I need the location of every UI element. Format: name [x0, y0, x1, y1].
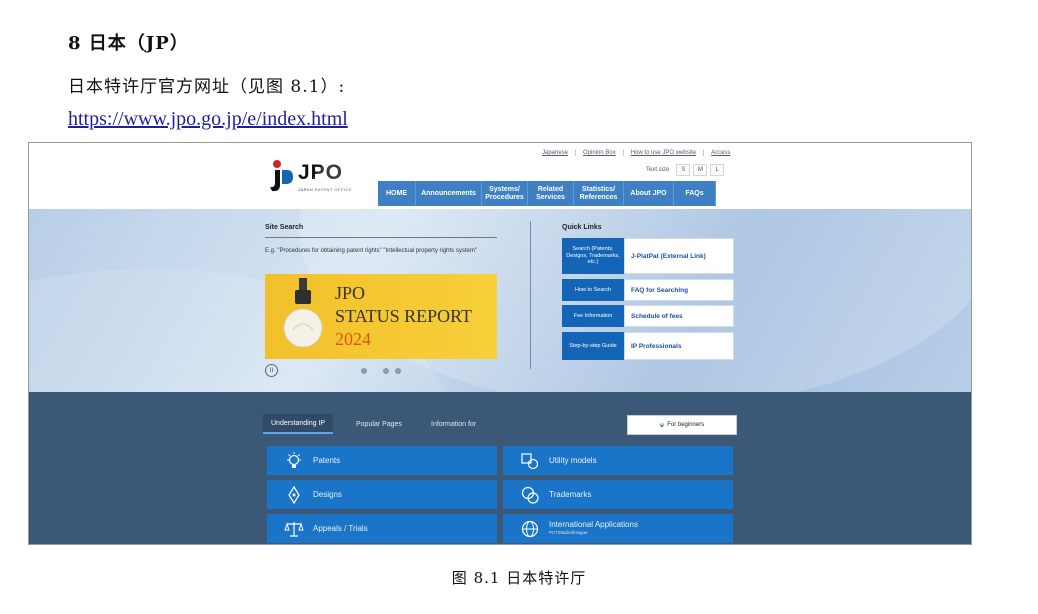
tile-label: Patents — [313, 456, 341, 465]
banner-line-3: 2024 — [335, 329, 371, 349]
scales-icon — [283, 519, 305, 539]
tile-label: Appeals / Trials — [313, 524, 368, 533]
quick-link-row: Search (Patents, Designs, Trademarks, et… — [562, 238, 734, 274]
status-report-banner[interactable]: JPO STATUS REPORT 2024 — [265, 274, 497, 359]
site-search-example: E.g. "Procedures for obtaining patent ri… — [265, 248, 477, 254]
tile-utility-models[interactable]: Utility models — [503, 446, 733, 475]
tile-text: International Applications PCT/Madrid/Ha… — [549, 521, 638, 536]
carousel-dot[interactable] — [383, 368, 389, 374]
quick-links-title: Quick Links — [562, 224, 602, 231]
hero-area — [29, 143, 971, 544]
lower-section: Understanding IP Popular Pages Informati… — [29, 392, 971, 544]
globe-icon — [519, 519, 541, 539]
quick-link-faq-searching[interactable]: FAQ for Searching — [624, 279, 734, 301]
tile-label: Designs — [313, 490, 342, 499]
tab-popular-pages[interactable]: Popular Pages — [356, 414, 402, 434]
hero-divider — [530, 221, 531, 369]
beginner-mark-icon: ⊍ — [659, 422, 665, 429]
intro-line: 日本特许厅官方网址（见图 8.1）: — [68, 77, 346, 97]
figure-caption: 图 8.1 日本特许厅 — [451, 569, 587, 587]
tile-international-applications[interactable]: International Applications PCT/Madrid/Ha… — [503, 514, 733, 543]
section-heading: 8 日本（JP） — [68, 33, 189, 54]
tile-appeals-trials[interactable]: Appeals / Trials — [267, 514, 497, 543]
lightbulb-icon — [283, 451, 305, 471]
quick-link-step-by-step[interactable]: Step-by-step Guide — [562, 332, 624, 360]
trademark-icon — [519, 485, 541, 505]
pen-nib-icon — [283, 485, 305, 505]
quick-link-row: How to Search FAQ for Searching — [562, 279, 734, 301]
site-search-title: Site Search — [265, 224, 304, 231]
tile-designs[interactable]: Designs — [267, 480, 497, 509]
for-beginners-label: For beginners — [667, 422, 705, 428]
for-beginners-button[interactable]: ⊍ For beginners — [627, 415, 737, 435]
jpo-logo-mark-icon — [270, 160, 293, 192]
tile-label: International Applications — [549, 520, 638, 530]
quick-link-fee-information[interactable]: Fee Information — [562, 305, 624, 327]
tile-trademarks[interactable]: Trademarks — [503, 480, 733, 509]
tile-label: Trademarks — [549, 490, 592, 499]
jpo-url-link[interactable]: https://www.jpo.go.jp/e/index.html — [68, 108, 348, 131]
tile-label: Utility models — [549, 456, 597, 465]
quick-link-row: Step-by-step Guide IP Professionals — [562, 332, 734, 360]
banner-line-1: JPO — [335, 283, 366, 303]
quick-link-j-platpat[interactable]: J-PlatPat (External Link) — [624, 238, 734, 274]
carousel-dot[interactable] — [361, 368, 367, 374]
quick-link-ip-professionals[interactable]: IP Professionals — [624, 332, 734, 360]
utility-model-icon — [519, 451, 541, 471]
tile-patents[interactable]: Patents — [267, 446, 497, 475]
lightbulb-illustration-icon — [283, 278, 323, 348]
pause-button[interactable]: II — [265, 364, 278, 377]
tile-sublabel: PCT/Madrid/Hague — [549, 530, 588, 536]
jpo-website-screenshot: JPO JAPAN PATENT OFFICE Japanese Opinion… — [28, 142, 972, 545]
tab-understanding-ip[interactable]: Understanding IP — [263, 414, 334, 434]
banner-line-2: STATUS REPORT — [335, 306, 473, 326]
quick-link-how-to-search[interactable]: How to Search — [562, 279, 624, 301]
quick-link-row: Fee Information Schedule of fees — [562, 305, 734, 327]
carousel-dot[interactable] — [395, 368, 401, 374]
quick-link-schedule-of-fees[interactable]: Schedule of fees — [624, 305, 734, 327]
tab-information-for[interactable]: Information for — [431, 414, 476, 434]
site-search-input-line[interactable] — [265, 237, 497, 238]
quick-link-search[interactable]: Search (Patents, Designs, Trademarks, et… — [562, 238, 624, 274]
